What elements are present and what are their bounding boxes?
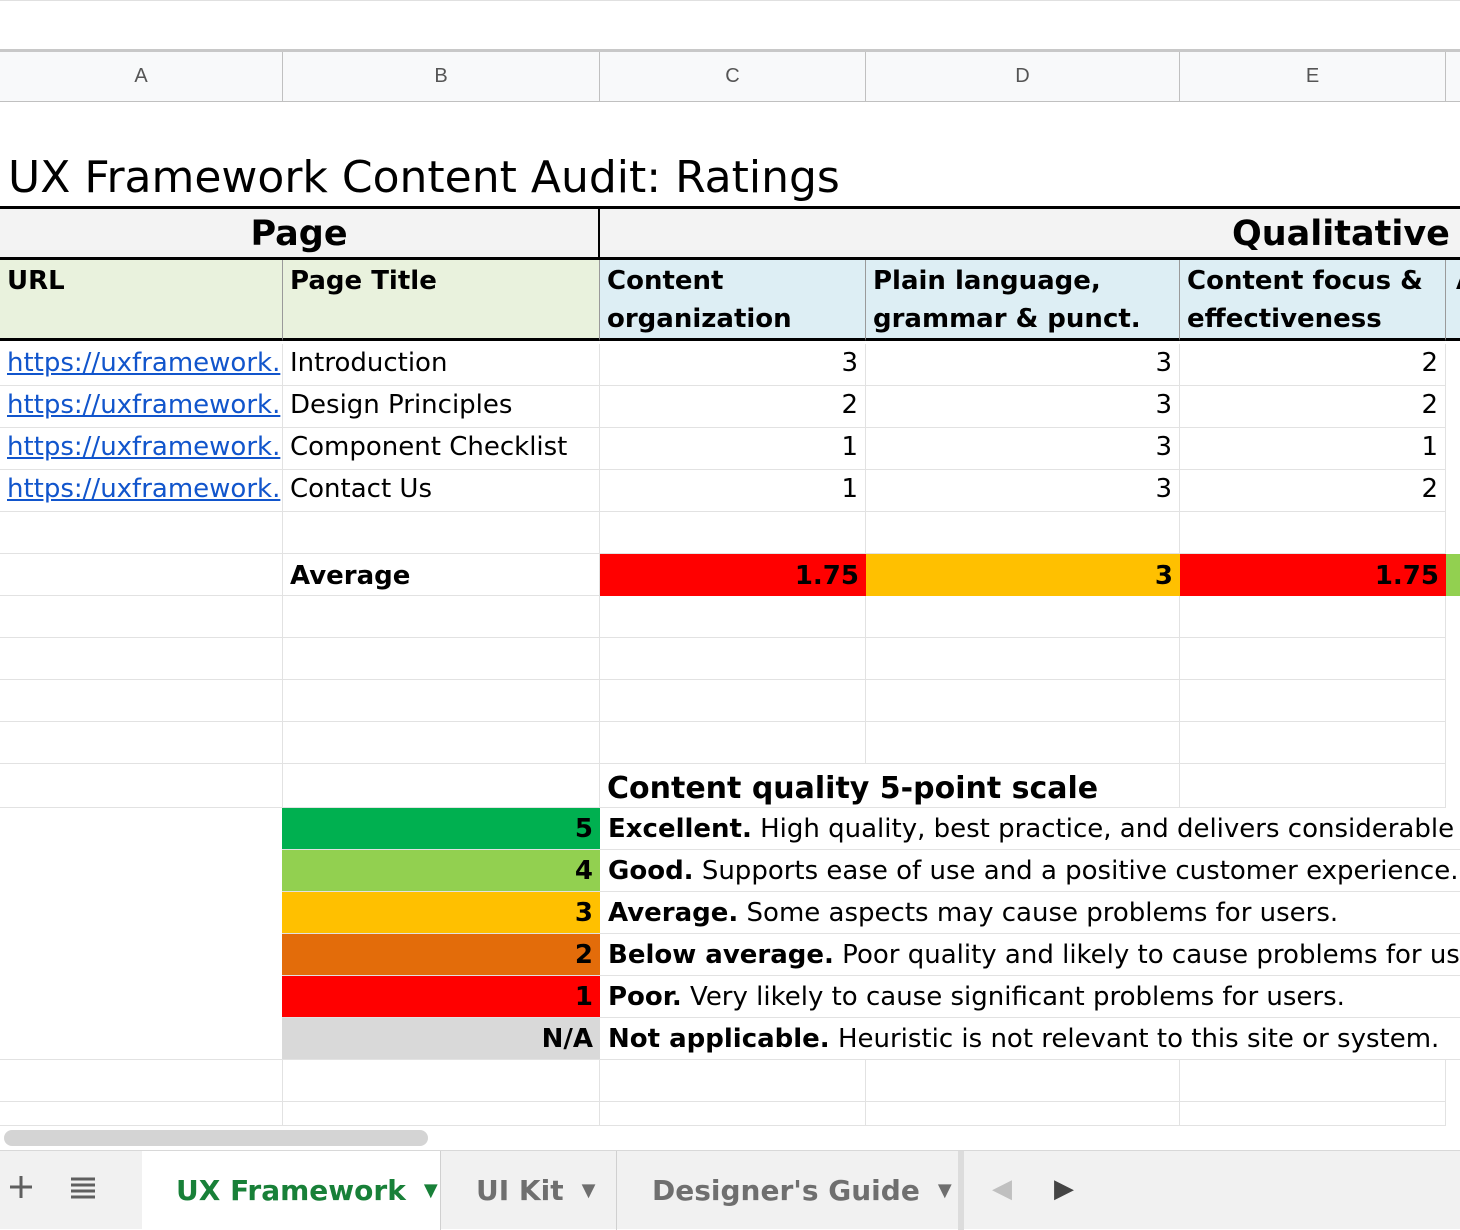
empty-cell[interactable] xyxy=(1180,764,1446,808)
empty-cell[interactable] xyxy=(1180,512,1446,554)
chevron-down-icon[interactable]: ▼ xyxy=(582,1180,596,1201)
page-title-cell[interactable]: Contact Us xyxy=(283,470,600,512)
empty-cell[interactable] xyxy=(0,554,283,596)
empty-cell[interactable] xyxy=(866,512,1180,554)
tab-divider xyxy=(958,1151,964,1230)
scale-description-5[interactable]: Excellent. High quality, best practice, … xyxy=(600,808,1460,850)
page-title-cell[interactable]: Introduction xyxy=(283,344,600,386)
scale-swatch-2[interactable]: 2 xyxy=(282,934,600,976)
scale-swatch-4[interactable]: 4 xyxy=(282,850,600,892)
scale-description-4[interactable]: Good. Supports ease of use and a positiv… xyxy=(600,850,1460,892)
page-title-cell[interactable]: Design Principles xyxy=(283,386,600,428)
url-link[interactable]: https://uxframework. xyxy=(0,386,283,428)
scale-swatch-5[interactable]: 5 xyxy=(282,808,600,850)
empty-cell[interactable] xyxy=(600,512,866,554)
rating-cell[interactable]: 1 xyxy=(600,470,866,512)
page-title-cell[interactable]: Component Checklist xyxy=(283,428,600,470)
url-link[interactable]: https://uxframework. xyxy=(0,344,283,386)
sheet-tab-ux-framework[interactable]: UX Framework ▼ xyxy=(142,1151,440,1230)
scale-swatch-3[interactable]: 3 xyxy=(282,892,600,934)
rating-cell[interactable]: 3 xyxy=(866,386,1180,428)
rating-cell[interactable]: 1 xyxy=(600,428,866,470)
sheet-tab-designers-guide[interactable]: Designer's Guide ▼ xyxy=(618,1151,958,1230)
tab-divider xyxy=(616,1151,617,1230)
sheet-title: UX Framework Content Audit: Ratings xyxy=(8,152,840,203)
rating-cell[interactable]: 1 xyxy=(1180,428,1446,470)
url-link[interactable]: https://uxframework. xyxy=(0,470,283,512)
rating-cell[interactable]: 2 xyxy=(600,386,866,428)
average-value-content-focus[interactable]: 1.75 xyxy=(1180,554,1446,596)
average-label[interactable]: Average xyxy=(283,554,600,596)
header-url[interactable]: URL xyxy=(0,260,283,341)
header-next-column[interactable]: A xyxy=(1446,260,1460,341)
add-sheet-icon[interactable] xyxy=(8,1169,34,1209)
scale-heading[interactable]: Content quality 5-point scale xyxy=(600,764,1180,808)
rating-cell[interactable]: 3 xyxy=(866,428,1180,470)
column-header-a[interactable]: A xyxy=(0,52,283,101)
column-header-b[interactable]: B xyxy=(283,52,600,101)
scale-description-1[interactable]: Poor. Very likely to cause significant p… xyxy=(600,976,1460,1018)
rating-cell[interactable]: 3 xyxy=(866,344,1180,386)
average-value-next-column[interactable] xyxy=(1446,554,1460,596)
rating-cell[interactable]: 2 xyxy=(1180,470,1446,512)
sheet-tab-ui-kit[interactable]: UI Kit ▼ xyxy=(442,1151,616,1230)
url-link[interactable]: https://uxframework. xyxy=(0,428,283,470)
rating-cell[interactable]: 3 xyxy=(866,470,1180,512)
header-content-organization[interactable]: Content organization xyxy=(600,260,866,341)
scale-description-na[interactable]: Not applicable. Heuristic is not relevan… xyxy=(600,1018,1460,1060)
spreadsheet-grid[interactable]: UX Framework Content Audit: Ratings Page… xyxy=(0,102,1460,1126)
scroll-right-icon[interactable]: ▶ xyxy=(1054,1171,1074,1207)
formula-bar[interactable] xyxy=(0,0,1460,52)
scale-swatch-1[interactable]: 1 xyxy=(282,976,600,1018)
column-header-f[interactable] xyxy=(1446,52,1460,101)
empty-cell[interactable] xyxy=(283,764,600,808)
scale-description-3[interactable]: Average. Some aspects may cause problems… xyxy=(600,892,1460,934)
band-page: Page xyxy=(0,206,600,260)
chevron-down-icon[interactable]: ▼ xyxy=(938,1180,952,1201)
empty-cell[interactable] xyxy=(283,512,600,554)
chevron-down-icon[interactable]: ▼ xyxy=(424,1180,438,1201)
column-header-e[interactable]: E xyxy=(1180,52,1446,101)
band-qualitative: Qualitative Cr xyxy=(600,206,1460,260)
header-plain-language[interactable]: Plain language, grammar & punct. xyxy=(866,260,1180,341)
header-page-title[interactable]: Page Title xyxy=(283,260,600,341)
rating-cell[interactable]: 3 xyxy=(600,344,866,386)
tab-divider xyxy=(440,1151,441,1230)
sheet-tab-bar: UX Framework ▼ UI Kit ▼ Designer's Guide… xyxy=(0,1150,1460,1230)
column-header-d[interactable]: D xyxy=(866,52,1180,101)
scroll-left-icon[interactable]: ◀ xyxy=(992,1171,1012,1207)
header-content-focus[interactable]: Content focus & effectiveness xyxy=(1180,260,1446,341)
empty-cell[interactable] xyxy=(0,512,283,554)
average-value-content-organization[interactable]: 1.75 xyxy=(600,554,866,596)
scrollbar-thumb[interactable] xyxy=(4,1130,428,1146)
column-header-row: A B C D E xyxy=(0,52,1460,102)
empty-cell[interactable] xyxy=(0,808,283,1060)
column-header-c[interactable]: C xyxy=(600,52,866,101)
scale-description-2[interactable]: Below average. Poor quality and likely t… xyxy=(600,934,1460,976)
all-sheets-icon[interactable] xyxy=(70,1169,96,1209)
rating-cell[interactable]: 2 xyxy=(1180,386,1446,428)
rating-cell[interactable]: 2 xyxy=(1180,344,1446,386)
average-value-plain-language[interactable]: 3 xyxy=(866,554,1180,596)
scale-swatch-na[interactable]: N/A xyxy=(282,1018,600,1060)
horizontal-scrollbar[interactable] xyxy=(0,1126,1460,1150)
empty-cell[interactable] xyxy=(0,764,283,808)
